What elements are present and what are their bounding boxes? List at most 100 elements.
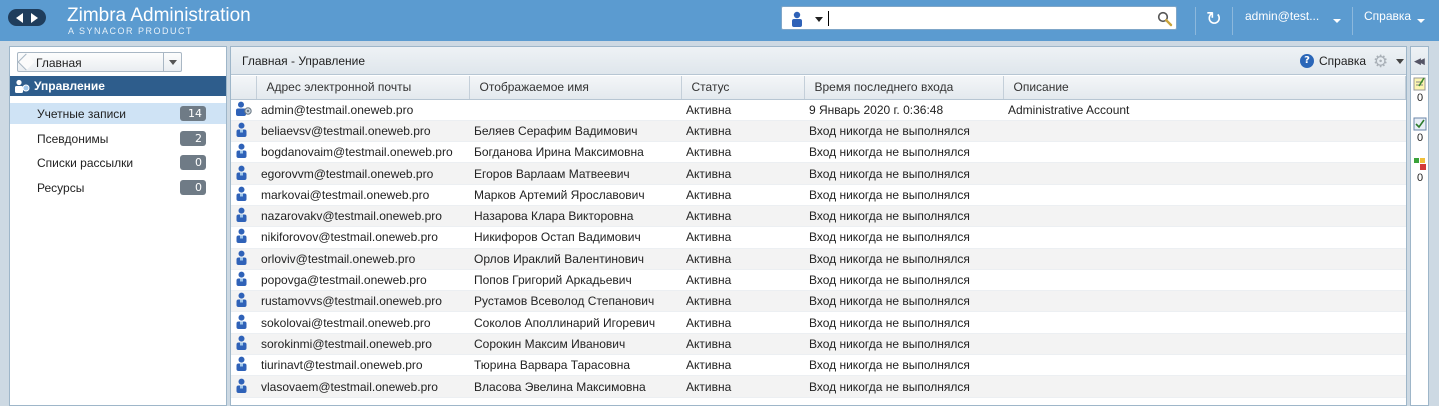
cell-display-name: Никифоров Остап Вадимович	[469, 226, 681, 249]
cell-display-name: Тюрина Варвара Тарасовна	[469, 354, 681, 377]
person-icon	[235, 356, 248, 374]
column-header-status[interactable]: Статус	[681, 76, 805, 100]
column-header-description[interactable]: Описание	[1003, 76, 1406, 100]
refresh-icon[interactable]: ↻	[1206, 8, 1222, 30]
cell-description	[1003, 269, 1406, 292]
accounts-table: Адрес электронной почты Отображаемое имя…	[231, 76, 1406, 398]
count-badge: 14	[180, 106, 206, 121]
cell-status: Активна	[681, 226, 804, 249]
breadcrumb[interactable]: Главная	[17, 52, 182, 72]
help-button[interactable]: Справка	[1319, 54, 1366, 68]
count-badge: 0	[180, 180, 206, 195]
cell-status: Активна	[681, 333, 804, 356]
right-strip-header: ◀◀	[1411, 47, 1428, 75]
search-text-caret	[828, 11, 829, 26]
section-manage-label: Управление	[34, 79, 105, 93]
collapse-panel-icon[interactable]: ◀◀	[1414, 57, 1425, 67]
gear-icon[interactable]: ⚙	[1373, 52, 1388, 72]
cell-email: rustamovvs@testmail.oneweb.pro	[256, 290, 469, 313]
column-header-email[interactable]: Адрес электронной почты	[256, 76, 470, 100]
cell-email: popovga@testmail.oneweb.pro	[256, 269, 469, 292]
forward-arrow-icon[interactable]	[31, 12, 38, 23]
cell-status: Активна	[681, 120, 804, 143]
cell-type	[231, 269, 256, 292]
table-row[interactable]: markovai@testmail.oneweb.pro Марков Артем…	[231, 184, 1406, 206]
nav-item-label: Ресурсы	[37, 181, 85, 195]
person-icon	[235, 186, 248, 204]
cell-description	[1003, 248, 1406, 270]
table-row[interactable]: popovga@testmail.oneweb.pro Попов Григори…	[231, 269, 1406, 292]
gear-dropdown-icon[interactable]	[1396, 59, 1404, 64]
table-row[interactable]: tiurinavt@testmail.oneweb.pro Тюрина Варв…	[231, 354, 1406, 377]
cell-email: egorovvm@testmail.oneweb.pro	[256, 162, 469, 185]
table-row[interactable]: beliaevsv@testmail.oneweb.pro Беляев Сера…	[231, 120, 1406, 143]
back-arrow-icon[interactable]	[16, 12, 23, 23]
cell-status: Активна	[681, 269, 804, 292]
cell-email: beliaevsv@testmail.oneweb.pro	[256, 120, 469, 143]
cell-status: Активна	[681, 162, 804, 185]
cell-display-name: Орлов Ираклий Валентинович	[469, 248, 681, 270]
nav-item-accounts[interactable]: Учетные записи 14	[10, 103, 226, 124]
tasks-count: 0	[1417, 132, 1424, 144]
cell-type	[231, 333, 256, 356]
nav-item-resources[interactable]: Ресурсы 0	[10, 177, 226, 198]
table-row[interactable]: admin@testmail.oneweb.pro Активна 9 Январь…	[231, 99, 1406, 121]
cell-description	[1003, 120, 1406, 143]
cell-status: Активна	[681, 184, 804, 206]
person-icon	[235, 207, 248, 225]
help-menu[interactable]: Справка	[1364, 9, 1411, 23]
cell-display-name: Власова Эвелина Максимовна	[469, 375, 681, 398]
cell-display-name: Егоров Варлаам Матвеевич	[469, 162, 681, 185]
cell-email: admin@testmail.oneweb.pro	[256, 99, 469, 121]
cell-type	[231, 205, 256, 228]
table-row[interactable]: rustamovvs@testmail.oneweb.pro Рустамов В…	[231, 290, 1406, 313]
search-icon[interactable]	[1157, 11, 1173, 30]
nav-item-label: Учетные записи	[37, 107, 126, 121]
user-menu[interactable]: admin@test...	[1245, 9, 1319, 23]
content-panel: Главная - Управление ? Справка ⚙ Адрес э…	[230, 46, 1407, 406]
cell-description	[1003, 205, 1406, 228]
column-header-display-name[interactable]: Отображаемое имя	[469, 76, 682, 100]
breadcrumb-dropdown[interactable]	[163, 53, 181, 71]
cell-description	[1003, 162, 1406, 185]
cell-description	[1003, 311, 1406, 334]
table-row[interactable]: bogdanovaim@testmail.oneweb.pro Богданова…	[231, 141, 1406, 164]
cell-last-login: Вход никогда не выполнялся	[804, 269, 1003, 292]
cell-status: Активна	[681, 141, 804, 164]
cell-type	[231, 99, 256, 121]
table-row[interactable]: egorovvm@testmail.oneweb.pro Егоров Варла…	[231, 162, 1406, 185]
table-row[interactable]: vlasovaem@testmail.oneweb.pro Власова Эве…	[231, 375, 1406, 398]
table-row[interactable]: sorokinmi@testmail.oneweb.pro Сорокин Мак…	[231, 333, 1406, 356]
column-header-last-login[interactable]: Время последнего входа	[804, 76, 1004, 100]
table-row[interactable]: sokolovai@testmail.oneweb.pro Соколов Апо…	[231, 311, 1406, 334]
table-row[interactable]: nazarovakv@testmail.oneweb.pro Назарова К…	[231, 205, 1406, 228]
search-input[interactable]	[781, 6, 1177, 30]
cell-email: bogdanovaim@testmail.oneweb.pro	[256, 141, 469, 164]
cell-email: sorokinmi@testmail.oneweb.pro	[256, 333, 469, 356]
table-row[interactable]: orloviv@testmail.oneweb.pro Орлов Ираклий…	[231, 248, 1406, 270]
table-header-row: Адрес электронной почты Отображаемое имя…	[231, 76, 1406, 100]
help-icon[interactable]: ?	[1300, 54, 1314, 68]
header-separator	[1352, 7, 1353, 35]
cell-description	[1003, 354, 1406, 377]
cell-email: vlasovaem@testmail.oneweb.pro	[256, 375, 469, 398]
help-menu-dropdown-icon[interactable]	[1417, 19, 1425, 23]
cell-display-name: Богданова Ирина Максимовна	[469, 141, 681, 164]
table-row[interactable]: nikiforovov@testmail.oneweb.pro Никифоров…	[231, 226, 1406, 249]
cell-last-login: Вход никогда не выполнялся	[804, 162, 1003, 185]
cell-display-name: Марков Артемий Ярославович	[469, 184, 681, 206]
cell-last-login: Вход никогда не выполнялся	[804, 248, 1003, 270]
cell-description	[1003, 184, 1406, 206]
cell-email: nazarovakv@testmail.oneweb.pro	[256, 205, 469, 228]
user-menu-dropdown-icon[interactable]	[1333, 19, 1341, 23]
person-icon	[235, 314, 248, 332]
header-separator	[1195, 7, 1196, 35]
column-header-type[interactable]	[231, 76, 257, 100]
nav-item-aliases[interactable]: Псевдонимы 2	[10, 128, 226, 149]
page-title: Главная - Управление	[242, 54, 366, 68]
search-type-person-icon[interactable]	[790, 11, 804, 30]
section-manage[interactable]: Управление	[10, 76, 226, 96]
search-type-dropdown-icon[interactable]	[815, 17, 823, 22]
nav-item-distribution-lists[interactable]: Списки рассылки 0	[10, 152, 226, 173]
cell-description	[1003, 375, 1406, 398]
